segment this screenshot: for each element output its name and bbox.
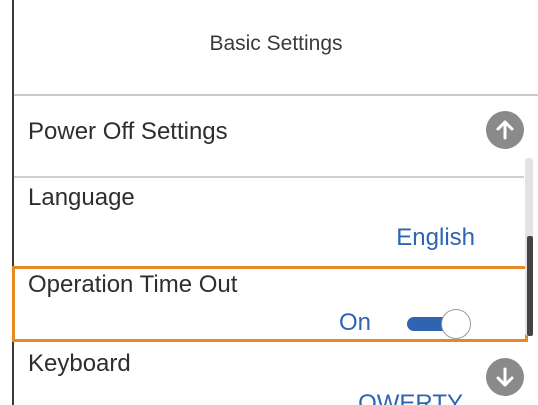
- settings-item-label: Language: [28, 184, 135, 211]
- settings-item-label: Operation Time Out: [28, 271, 238, 298]
- arrow-up-circle-icon: [496, 120, 514, 140]
- operation-time-out-toggle[interactable]: [407, 309, 473, 339]
- settings-item-keyboard[interactable]: Keyboard QWERTY: [14, 344, 519, 405]
- settings-item-language[interactable]: Language English: [14, 178, 519, 264]
- settings-item-value: QWERTY: [358, 390, 463, 405]
- toggle-knob: [441, 309, 471, 339]
- page-title: Basic Settings: [209, 32, 343, 55]
- settings-item-label: Power Off Settings: [28, 118, 228, 145]
- settings-item-power-off[interactable]: Power Off Settings: [14, 96, 519, 176]
- settings-screen: Basic Settings Power Off Settings Langua…: [0, 0, 538, 405]
- settings-item-operation-time-out[interactable]: Operation Time Out On: [12, 266, 528, 342]
- scrollbar-thumb[interactable]: [527, 236, 533, 336]
- scroll-down-button[interactable]: [486, 358, 524, 396]
- arrow-down-circle-icon: [496, 367, 514, 387]
- settings-item-value: English: [396, 224, 475, 251]
- settings-item-label: Keyboard: [28, 350, 131, 377]
- header: Basic Settings: [14, 0, 538, 94]
- scroll-up-button[interactable]: [486, 111, 524, 149]
- settings-item-value: On: [339, 309, 372, 336]
